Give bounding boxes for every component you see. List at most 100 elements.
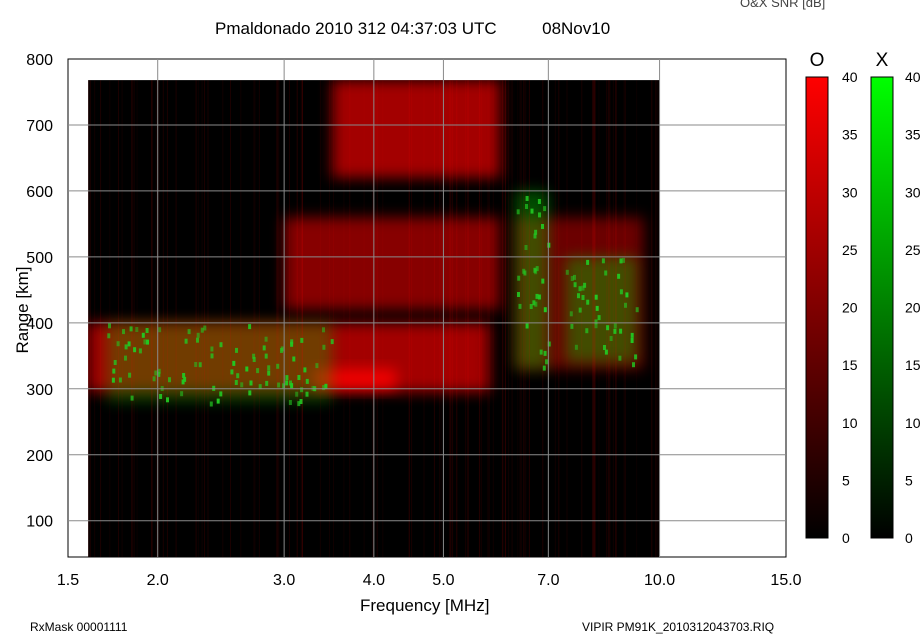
noise-streak bbox=[609, 80, 611, 557]
x-speckle bbox=[606, 325, 610, 331]
x-speckle bbox=[122, 329, 125, 335]
x-speckle bbox=[300, 387, 304, 393]
x-speckle bbox=[539, 349, 543, 355]
noise-streak bbox=[623, 80, 625, 557]
ionogram-plot: 1.5 2.0 3.0 4.0 5.0 7.0 10.0 15.0 1002003004005… bbox=[26, 50, 921, 589]
rxmask-label: RxMask 00001111 bbox=[30, 620, 128, 634]
x-speckle bbox=[262, 345, 266, 351]
noise-streak bbox=[523, 80, 525, 557]
noise-streak bbox=[450, 80, 452, 557]
x-speckle bbox=[127, 341, 131, 347]
x-speckle bbox=[290, 383, 294, 389]
noise-streak bbox=[657, 80, 659, 557]
x-speckle bbox=[112, 368, 116, 374]
noise-streak bbox=[558, 80, 560, 557]
noise-streak bbox=[519, 80, 521, 557]
colorbar-tick-label: 15 bbox=[905, 357, 921, 373]
noise-streak bbox=[349, 80, 351, 557]
noise-streak bbox=[134, 80, 135, 557]
noise-streak bbox=[204, 80, 205, 557]
x-speckle bbox=[618, 355, 622, 361]
x-speckle bbox=[116, 341, 120, 347]
noise-streak bbox=[132, 80, 134, 557]
y-tick-label: 600 bbox=[26, 184, 53, 201]
x-speckle bbox=[265, 380, 269, 386]
x-speckle bbox=[196, 337, 199, 343]
x-speckle bbox=[181, 379, 185, 385]
x-speckle bbox=[280, 346, 284, 352]
noise-streak bbox=[440, 80, 442, 557]
colorbar-o-gradient bbox=[805, 76, 829, 539]
x-speckle bbox=[133, 347, 137, 353]
colorbar-tick-label: 30 bbox=[905, 184, 921, 200]
noise-streak bbox=[88, 80, 90, 557]
x-speckle bbox=[145, 328, 149, 333]
x-speckle bbox=[196, 332, 200, 338]
x-speckle bbox=[166, 397, 169, 403]
noise-streak bbox=[222, 80, 224, 557]
x-speckle bbox=[108, 323, 111, 329]
x-speckle bbox=[180, 391, 184, 397]
x-speckle bbox=[194, 362, 198, 367]
y-axis-label: Range [km] bbox=[13, 266, 32, 354]
x-speckle bbox=[573, 274, 576, 280]
x-speckle bbox=[570, 323, 574, 329]
x-speckle bbox=[219, 342, 223, 348]
x-speckle bbox=[240, 382, 244, 388]
x-speckle bbox=[168, 377, 171, 383]
colorbar-tick-label: 10 bbox=[905, 415, 921, 431]
x-speckle bbox=[609, 336, 613, 341]
x-speckle bbox=[285, 380, 289, 386]
x-tick-label: 7.0 bbox=[537, 572, 559, 589]
x-speckle bbox=[267, 365, 271, 371]
x-speckle bbox=[285, 375, 289, 381]
x-speckle bbox=[525, 323, 529, 329]
colorbar-o: O 0 5 10 15 20 25 30 35 40 bbox=[805, 50, 858, 546]
x-speckle bbox=[152, 376, 156, 382]
x-speckle bbox=[264, 336, 268, 342]
colorbar-x-gradient bbox=[870, 76, 894, 539]
x-tick-label: 5.0 bbox=[432, 572, 454, 589]
x-speckle bbox=[297, 375, 301, 380]
noise-streak bbox=[608, 80, 610, 557]
noise-streak bbox=[492, 80, 494, 557]
x-speckle bbox=[542, 365, 546, 371]
x-speckle bbox=[583, 282, 587, 288]
x-speckle bbox=[541, 278, 545, 284]
colorbar-tick-label: 20 bbox=[842, 300, 858, 316]
noise-streak bbox=[542, 80, 544, 557]
echo-region-o-3 bbox=[332, 80, 501, 178]
colorbar-tick-label: 30 bbox=[842, 184, 858, 200]
noise-streak bbox=[333, 80, 334, 557]
x-speckle bbox=[184, 338, 188, 344]
x-speckle bbox=[295, 391, 299, 397]
noise-streak bbox=[151, 80, 153, 557]
noise-streak bbox=[376, 80, 378, 557]
x-speckle bbox=[236, 373, 240, 379]
y-tick-label: 800 bbox=[26, 52, 53, 69]
x-speckle bbox=[578, 307, 582, 313]
noise-streak bbox=[254, 80, 256, 557]
x-speckle bbox=[534, 229, 538, 235]
noise-streak bbox=[566, 80, 568, 557]
noise-streak bbox=[319, 80, 321, 557]
noise-streak bbox=[258, 80, 260, 557]
x-speckle bbox=[619, 289, 623, 295]
x-speckle bbox=[235, 347, 238, 353]
noise-streak bbox=[452, 80, 454, 557]
noise-streak bbox=[433, 80, 435, 557]
x-speckle bbox=[517, 275, 521, 281]
x-speckle bbox=[330, 339, 334, 345]
x-speckle bbox=[545, 359, 548, 365]
x-speckle bbox=[245, 366, 249, 372]
colorbar-tick-label: 40 bbox=[905, 69, 921, 85]
x-speckle bbox=[517, 292, 520, 297]
noise-streak bbox=[131, 80, 133, 557]
colorbar-tick-label: 35 bbox=[905, 127, 921, 143]
x-speckle bbox=[619, 328, 623, 334]
noise-streak bbox=[528, 80, 530, 557]
x-speckle bbox=[305, 378, 309, 384]
noise-streak bbox=[501, 80, 503, 557]
x-speckle bbox=[525, 204, 528, 209]
noise-streak bbox=[465, 80, 466, 557]
